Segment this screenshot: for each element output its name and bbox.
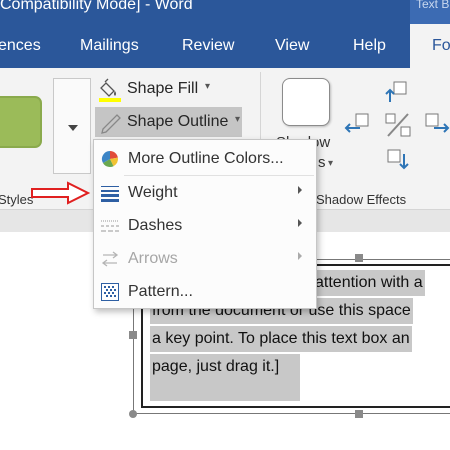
line-weight-icon <box>101 186 119 202</box>
shape-fill-button[interactable]: Shape Fill ▾ <box>97 78 217 104</box>
annotation-arrow-icon <box>31 181 91 205</box>
arrows-icon <box>101 251 119 267</box>
group-label-shadow-effects: Shadow Effects <box>316 192 407 207</box>
shape-fill-dropdown-icon: ▾ <box>205 81 211 92</box>
tab-references[interactable]: ences <box>0 37 41 55</box>
shadow-effects-button[interactable] <box>282 78 330 126</box>
resize-handle-top[interactable] <box>355 254 363 262</box>
shape-outline-dropdown-icon: ▾ <box>235 114 241 125</box>
resize-handle-left[interactable] <box>129 331 137 339</box>
nudge-shadow-up-icon[interactable] <box>384 80 414 106</box>
resize-handle-bottom[interactable] <box>355 410 363 418</box>
group-label-styles: Styles <box>0 192 34 207</box>
shadow-on-off-icon[interactable] <box>384 110 414 140</box>
shape-fill-label: Shape Fill <box>127 80 199 97</box>
menu-item-more-outline-colors[interactable]: More Outline Colors... <box>94 142 316 175</box>
tab-mailings[interactable]: Mailings <box>80 37 139 55</box>
tab-review[interactable]: Review <box>182 37 234 55</box>
color-wheel-icon <box>101 150 119 168</box>
shadow-button-label-2: s <box>318 154 326 171</box>
fill-color-bar <box>99 98 121 102</box>
nudge-shadow-left-icon[interactable] <box>344 110 374 138</box>
menu-item-label: Arrows <box>128 250 178 267</box>
tab-view[interactable]: View <box>275 37 309 55</box>
contextual-tab-header: Text B <box>410 0 450 24</box>
text-line-1[interactable]: attention with a <box>313 270 425 296</box>
shape-outline-label: Shape Outline <box>127 113 229 130</box>
window-title: Compatibility Mode] - Word <box>0 0 193 13</box>
menu-item-label: Weight <box>128 184 178 201</box>
shape-styles-more-button[interactable] <box>53 78 91 174</box>
shape-outline-menu: More Outline Colors... Weight Dashes Arr… <box>93 139 317 309</box>
submenu-arrow-icon <box>298 186 302 194</box>
menu-item-pattern[interactable]: Pattern... <box>94 275 316 308</box>
dashes-icon <box>101 220 119 232</box>
menu-item-arrows[interactable]: Arrows <box>94 242 316 275</box>
paint-bucket-icon <box>99 78 121 102</box>
title-bar: Compatibility Mode] - Word Text B <box>0 0 450 24</box>
ribbon-tab-bar: ences Mailings Review View Help Fo <box>0 24 450 68</box>
submenu-arrow-icon <box>298 252 302 260</box>
shadow-dropdown-icon: ▾ <box>328 158 334 169</box>
resize-handle-bottom-left[interactable] <box>129 410 137 418</box>
text-line-3[interactable]: a key point. To place this text box an <box>150 326 412 352</box>
menu-item-dashes[interactable]: Dashes <box>94 209 316 242</box>
menu-item-label: Dashes <box>128 217 183 234</box>
menu-item-weight[interactable]: Weight <box>94 176 316 209</box>
nudge-shadow-down-icon[interactable] <box>384 148 414 178</box>
tab-help[interactable]: Help <box>353 37 386 55</box>
shape-outline-button[interactable]: Shape Outline ▾ <box>95 107 242 137</box>
menu-item-label: Pattern... <box>128 283 193 300</box>
pencil-icon <box>101 114 121 134</box>
menu-item-label: More Outline Colors... <box>128 150 284 167</box>
chevron-down-icon <box>68 125 78 131</box>
text-line-4[interactable]: page, just drag it.] <box>150 354 300 401</box>
nudge-shadow-right-icon[interactable] <box>424 110 450 138</box>
submenu-arrow-icon <box>298 219 302 227</box>
pattern-icon <box>101 283 119 301</box>
tab-format[interactable]: Fo <box>410 24 450 68</box>
shape-style-swatch[interactable] <box>0 96 42 148</box>
